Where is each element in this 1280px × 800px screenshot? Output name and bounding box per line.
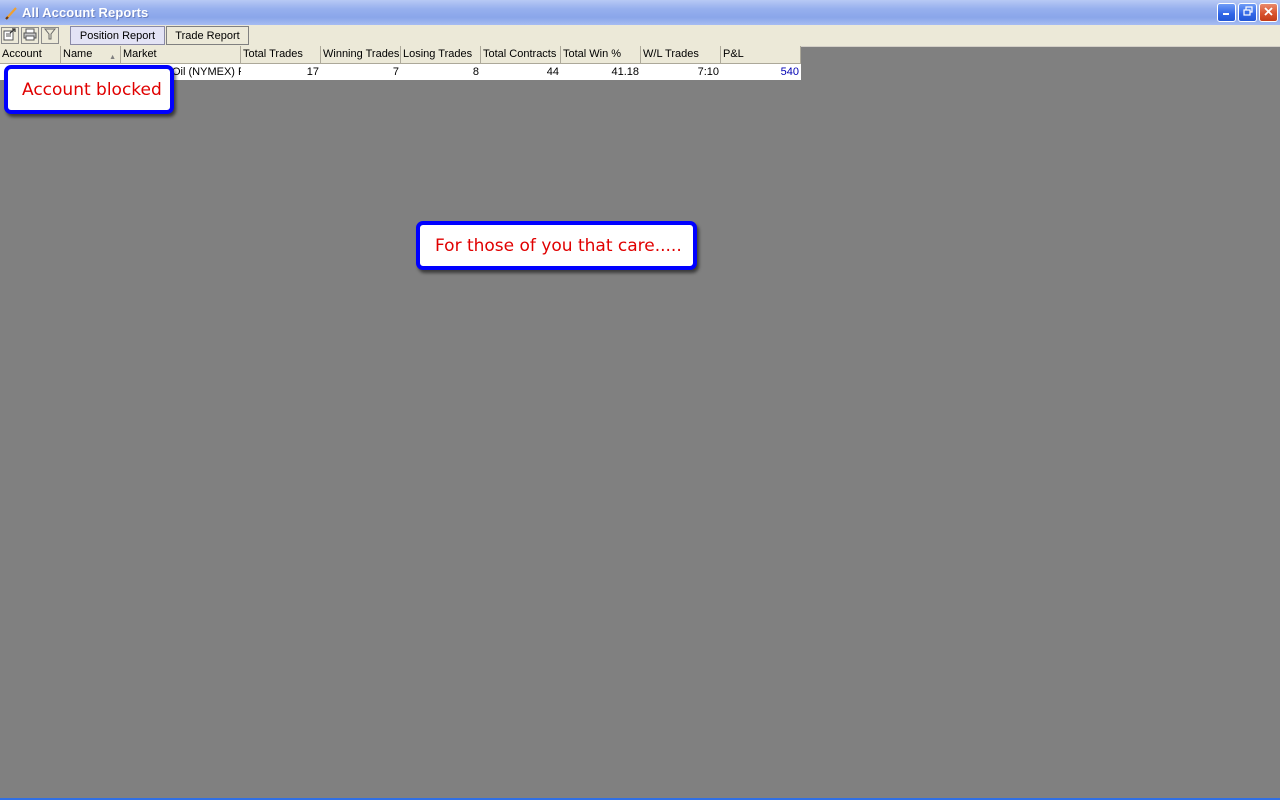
tab-trade-report[interactable]: Trade Report bbox=[166, 26, 249, 45]
cell-losing-trades: 8 bbox=[472, 66, 479, 78]
minimize-icon bbox=[1222, 7, 1231, 19]
sort-ascending-icon: ▲ bbox=[109, 54, 116, 61]
title-bar[interactable]: All Account Reports bbox=[0, 0, 1280, 25]
minimize-button[interactable] bbox=[1217, 3, 1236, 22]
column-header-losing-trades[interactable]: Losing Trades bbox=[401, 46, 481, 63]
column-header-total-win-pct[interactable]: Total Win % bbox=[561, 46, 641, 63]
callout-for-those: For those of you that care..... bbox=[416, 221, 697, 270]
callout-for-those-text: For those of you that care..... bbox=[435, 235, 682, 256]
export-button[interactable] bbox=[1, 27, 19, 44]
column-header-account[interactable]: Account bbox=[0, 46, 61, 63]
grid-header: Account Name ▲ Market Total Trades Winni… bbox=[0, 46, 801, 64]
report-window: All Account Reports Position Report Trad… bbox=[0, 0, 1280, 800]
callout-account-blocked-text: Account blocked bbox=[22, 79, 162, 100]
restore-button[interactable] bbox=[1238, 3, 1257, 22]
column-header-name[interactable]: Name ▲ bbox=[61, 46, 121, 63]
cell-total-contracts: 44 bbox=[546, 66, 559, 78]
column-header-winning-trades[interactable]: Winning Trades bbox=[321, 46, 401, 63]
callout-account-blocked: Account blocked bbox=[4, 65, 174, 114]
cell-total-win-pct: 41.18 bbox=[611, 66, 639, 78]
close-button[interactable] bbox=[1259, 3, 1278, 22]
cell-pnl: 540 bbox=[780, 66, 799, 78]
column-header-pnl[interactable]: P&L bbox=[721, 46, 801, 63]
filter-icon bbox=[43, 28, 57, 43]
column-header-wl-trades[interactable]: W/L Trades bbox=[641, 46, 721, 63]
column-header-name-label: Name bbox=[63, 48, 93, 60]
close-icon bbox=[1263, 6, 1274, 20]
filter-button[interactable] bbox=[41, 27, 59, 44]
column-header-total-trades[interactable]: Total Trades bbox=[241, 46, 321, 63]
cell-winning-trades: 7 bbox=[392, 66, 399, 78]
restore-icon bbox=[1242, 6, 1253, 19]
export-icon bbox=[3, 27, 17, 44]
print-icon bbox=[23, 28, 37, 44]
tab-position-report[interactable]: Position Report bbox=[70, 26, 165, 45]
toolbar: Position Report Trade Report bbox=[0, 25, 1280, 47]
cell-total-trades: 17 bbox=[306, 66, 319, 78]
print-button[interactable] bbox=[21, 27, 39, 44]
window-title: All Account Reports bbox=[22, 5, 149, 20]
column-header-market[interactable]: Market bbox=[121, 46, 241, 63]
column-header-total-contracts[interactable]: Total Contracts bbox=[481, 46, 561, 63]
pencil-icon bbox=[3, 5, 19, 21]
cell-wl-trades: 7:10 bbox=[697, 66, 719, 78]
